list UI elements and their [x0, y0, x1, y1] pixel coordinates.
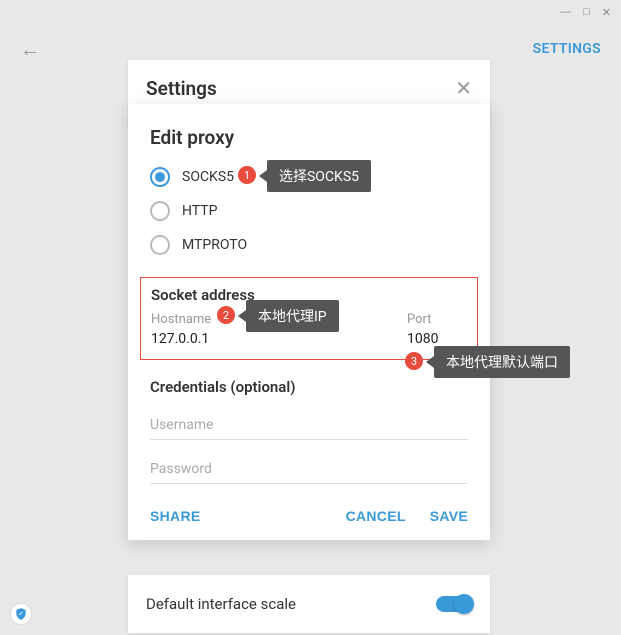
maximize-icon[interactable]: □: [583, 6, 590, 18]
section-title: Credentials (optional): [150, 378, 468, 396]
page-title: Settings: [146, 77, 217, 100]
radio-label: HTTP: [182, 203, 217, 219]
annotation-badge-1: 1: [238, 166, 256, 184]
annotation-callout-3: 本地代理默认端口: [434, 346, 570, 378]
annotation-badge-2: 2: [217, 306, 235, 324]
pointer-icon: [238, 310, 246, 322]
radio-icon: [150, 167, 170, 187]
save-button[interactable]: SAVE: [430, 508, 468, 524]
hostname-value: 127.0.0.1: [151, 331, 387, 347]
port-value: 1080: [407, 331, 467, 347]
pointer-icon: [259, 170, 267, 182]
placeholder: Password: [150, 461, 212, 477]
settings-link[interactable]: SETTINGS: [533, 41, 601, 57]
radio-label: SOCKS5: [182, 169, 234, 185]
annotation-badge-3: 3: [405, 352, 423, 370]
share-button[interactable]: SHARE: [150, 508, 201, 524]
credentials-section: Credentials (optional) Username Password: [150, 378, 468, 484]
shield-icon[interactable]: [10, 603, 32, 625]
field-label: Port: [407, 312, 467, 327]
scale-label: Default interface scale: [146, 595, 296, 613]
annotation-callout-2: 本地代理IP: [246, 300, 339, 332]
placeholder: Username: [150, 417, 214, 433]
callout-text: 选择SOCKS5: [279, 169, 359, 185]
back-arrow-icon[interactable]: ←: [20, 37, 40, 62]
radio-icon: [150, 201, 170, 221]
radio-mtproto[interactable]: MTPROTO: [150, 235, 468, 255]
modal-footer: SHARE CANCEL SAVE: [150, 508, 468, 524]
close-icon[interactable]: ✕: [455, 76, 472, 100]
callout-text: 本地代理IP: [258, 309, 327, 325]
cancel-button[interactable]: CANCEL: [346, 508, 406, 524]
username-input[interactable]: Username: [150, 404, 468, 440]
annotation-callout-1: 选择SOCKS5: [267, 160, 371, 192]
radio-label: MTPROTO: [182, 237, 247, 253]
radio-http[interactable]: HTTP: [150, 201, 468, 221]
radio-icon: [150, 235, 170, 255]
callout-text: 本地代理默认端口: [446, 355, 558, 371]
scale-toggle[interactable]: [436, 596, 472, 612]
window-controls: — □ ✕: [550, 0, 621, 24]
minimize-icon[interactable]: —: [560, 6, 571, 18]
modal-title: Edit proxy: [150, 126, 468, 149]
pointer-icon: [426, 356, 434, 368]
close-window-icon[interactable]: ✕: [602, 6, 611, 18]
password-input[interactable]: Password: [150, 448, 468, 484]
interface-scale-row: Default interface scale: [128, 575, 490, 633]
port-field[interactable]: Port 1080: [407, 312, 467, 347]
